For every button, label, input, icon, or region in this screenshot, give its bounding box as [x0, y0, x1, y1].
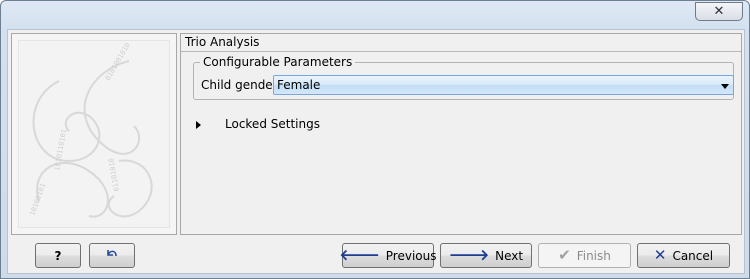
reset-button[interactable]	[89, 243, 135, 268]
close-icon: ✕	[713, 4, 725, 19]
panel-title: Trio Analysis	[185, 35, 260, 49]
close-button[interactable]: ✕	[695, 2, 743, 21]
swirl-logo-icon: 0101001010 1010110101 01101010 10100101	[28, 41, 153, 218]
help-button[interactable]: ?	[35, 243, 81, 268]
arrow-right-icon: 🡒	[448, 246, 490, 264]
child-gender-label: Child gender	[201, 78, 278, 92]
decoration-panel: 0101001010 1010110101 01101010 10100101	[11, 33, 177, 235]
arrow-left-icon: 🡐	[339, 246, 380, 264]
child-gender-select[interactable]: Female	[273, 75, 734, 95]
previous-label: Previous	[385, 248, 437, 263]
previous-button[interactable]: 🡐 Previous	[339, 243, 437, 268]
undo-arrow-icon	[104, 246, 120, 265]
title-bar: ✕	[1, 1, 749, 23]
checkmark-icon: ✔	[558, 246, 571, 264]
dialog-content: 0101001010 1010110101 01101010 10100101 …	[7, 29, 745, 274]
help-icon: ?	[54, 248, 62, 263]
locked-settings-toggle[interactable]: Locked Settings	[225, 117, 320, 131]
finish-button[interactable]: ✔ Finish	[538, 243, 631, 268]
title-divider	[181, 51, 741, 52]
svg-text:10100101: 10100101	[28, 182, 47, 216]
dialog-window: ✕ 0101001010 1010110101 01101010 1010010…	[0, 0, 750, 279]
finish-label: Finish	[576, 248, 611, 263]
cancel-label: Cancel	[672, 248, 714, 263]
configurable-parameters-group: Configurable Parameters Child gender Fem…	[193, 55, 734, 100]
chevron-down-icon	[721, 84, 729, 89]
next-label: Next	[495, 248, 524, 263]
expand-triangle-icon[interactable]	[196, 121, 201, 129]
settings-panel: Trio Analysis Configurable Parameters Ch…	[180, 33, 742, 235]
cancel-button[interactable]: ✕ Cancel	[637, 243, 730, 268]
group-title: Configurable Parameters	[200, 55, 356, 69]
svg-text:1010110101: 1010110101	[53, 128, 68, 171]
x-icon: ✕	[653, 246, 667, 264]
child-gender-value: Female	[277, 78, 321, 92]
decoration-image: 0101001010 1010110101 01101010 10100101	[18, 40, 170, 228]
svg-text:01101010: 01101010	[107, 157, 121, 192]
next-button[interactable]: 🡒 Next	[440, 243, 532, 268]
